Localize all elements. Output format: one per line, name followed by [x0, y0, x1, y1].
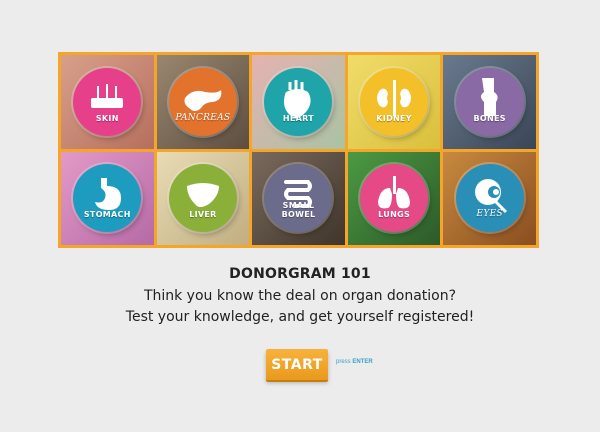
- lungs-circle: LUNGS: [360, 164, 429, 233]
- tile-label: PANCREAS: [175, 112, 231, 123]
- small-bowel-circle: SMALL BOWEL: [264, 164, 333, 233]
- tile-label: HEART: [282, 113, 315, 123]
- tile-kidney: KIDNEY: [347, 55, 441, 149]
- tile-label: LIVER: [189, 210, 217, 220]
- skin-icon: [91, 83, 124, 108]
- intro-text: DONORGRAM 101 Think you know the deal on…: [0, 266, 600, 328]
- skin-circle: SKIN: [73, 67, 142, 136]
- stomach-icon: [95, 178, 122, 211]
- bones-icon: [480, 77, 498, 116]
- organ-grid: SKIN PANCREAS HEART KIDNEY BONES STOMACH…: [58, 52, 539, 248]
- subtitle-line-1: Think you know the deal on organ donatio…: [143, 288, 457, 304]
- tile-eyes: EYES: [443, 151, 536, 245]
- kidney-icon: [377, 79, 412, 116]
- eye-icon: [474, 179, 507, 214]
- tile-label: SMALL BOWEL: [281, 201, 316, 220]
- stomach-circle: STOMACH: [73, 164, 142, 233]
- start-button[interactable]: START: [266, 349, 328, 380]
- tile-stomach: STOMACH: [61, 151, 154, 245]
- eyes-circle: EYES: [455, 164, 524, 233]
- liver-circle: LIVER: [168, 164, 237, 233]
- pancreas-icon: [184, 89, 222, 111]
- tile-label: STOMACH: [83, 210, 131, 220]
- subtitle-line-2: Test your knowledge, and get yourself re…: [125, 309, 475, 325]
- tile-label: SKIN: [95, 113, 119, 123]
- tile-label: BONES: [473, 113, 506, 123]
- liver-icon: [186, 183, 219, 208]
- heart-circle: HEART: [264, 67, 333, 136]
- page-title: DONORGRAM 101: [229, 266, 371, 282]
- tile-label: EYES: [476, 209, 503, 220]
- enter-key-text: ENTER: [352, 359, 373, 365]
- pancreas-circle: PANCREAS: [168, 67, 237, 136]
- heart-icon: [284, 79, 312, 119]
- tile-label: KIDNEY: [376, 113, 412, 123]
- press-enter-hint: press ENTER: [336, 359, 373, 365]
- tile-liver: LIVER: [156, 151, 250, 245]
- small-bowel-icon: [284, 180, 313, 209]
- press-text: press: [336, 359, 351, 365]
- tile-heart: HEART: [252, 55, 345, 149]
- tile-lungs: LUNGS: [347, 151, 441, 245]
- tile-small-bowel: SMALL BOWEL: [252, 151, 345, 245]
- tile-label: LUNGS: [378, 210, 411, 220]
- tile-pancreas: PANCREAS: [156, 55, 250, 149]
- bones-circle: BONES: [455, 67, 524, 136]
- tile-skin: SKIN: [61, 55, 154, 149]
- lungs-icon: [378, 176, 411, 209]
- tile-bones: BONES: [443, 55, 536, 149]
- kidney-circle: KIDNEY: [360, 67, 429, 136]
